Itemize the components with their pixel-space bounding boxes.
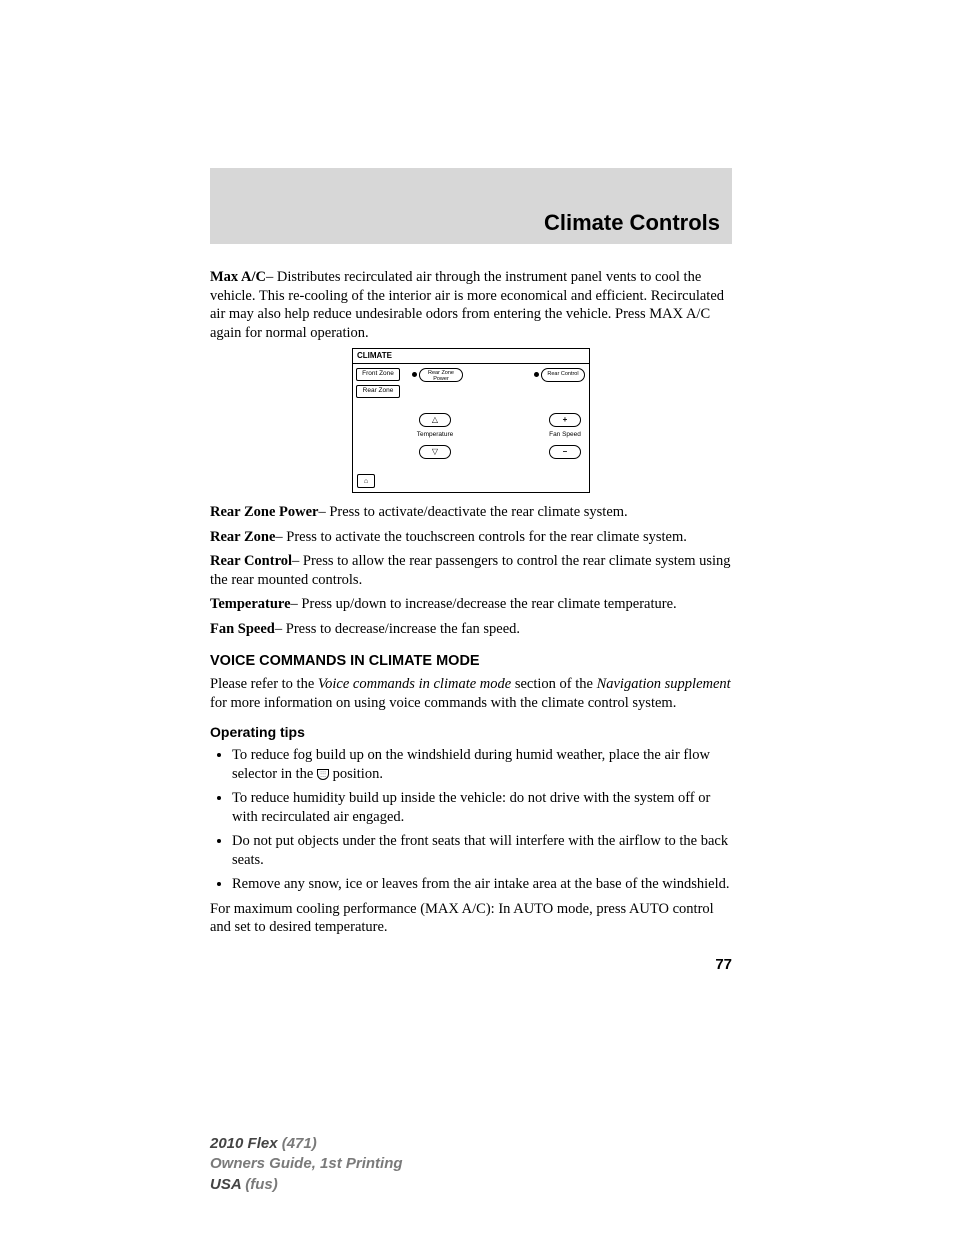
footer-l3b: (fus) <box>245 1176 278 1193</box>
btn-temp-down-icon <box>419 445 451 459</box>
label-fan-speed: Fan Speed <box>542 431 588 439</box>
tip3: Do not put objects under the front seats… <box>232 833 728 868</box>
tips-list: To reduce fog build up on the windshield… <box>210 746 732 894</box>
text-rz: – Press to activate the touchscreen cont… <box>275 529 687 545</box>
btn-temp-up-icon <box>419 413 451 427</box>
text-temp: – Press up/down to increase/decrease the… <box>291 596 677 612</box>
tab-rear-zone: Rear Zone <box>356 385 400 397</box>
tab-front-zone: Front Zone <box>356 368 400 380</box>
list-item: Do not put objects under the front seats… <box>232 832 732 869</box>
label-rz: Rear Zone <box>210 529 275 545</box>
voice-pre: Please refer to the <box>210 676 318 692</box>
diagram-title: CLIMATE <box>357 351 392 361</box>
bullet-left-icon <box>412 372 417 377</box>
text-fan: – Press to decrease/increase the fan spe… <box>275 621 520 637</box>
heading-tips: Operating tips <box>210 724 732 742</box>
diagram-frame: CLIMATE Front Zone Rear Zone Rear Zone P… <box>352 348 590 493</box>
climate-diagram: CLIMATE Front Zone Rear Zone Rear Zone P… <box>352 348 590 493</box>
content-column: Climate Controls Max A/C– Distributes re… <box>210 168 732 974</box>
btn-fan-minus: – <box>549 445 581 459</box>
para-temp: Temperature– Press up/down to increase/d… <box>210 595 732 614</box>
page: Climate Controls Max A/C– Distributes re… <box>0 0 954 1235</box>
page-title: Climate Controls <box>210 168 732 244</box>
body-text: Max A/C– Distributes recirculated air th… <box>210 244 732 974</box>
tip1-pre: To reduce fog build up on the windshield… <box>232 747 710 782</box>
voice-mid: section of the <box>511 676 596 692</box>
bullet-right-icon <box>534 372 539 377</box>
voice-post: for more information on using voice comm… <box>210 695 676 711</box>
list-item: To reduce humidity build up inside the v… <box>232 789 732 826</box>
footer: 2010 Flex (471) Owners Guide, 1st Printi… <box>210 1134 403 1195</box>
btn-rear-control: Rear Control <box>541 368 585 382</box>
text-rzp: – Press to activate/deactivate the rear … <box>318 504 627 520</box>
label-temperature: Temperature <box>410 431 460 439</box>
label-rzp: Rear Zone Power <box>210 504 318 520</box>
para-voice: Please refer to the Voice commands in cl… <box>210 675 732 712</box>
voice-ital2: Navigation supplement <box>597 676 731 692</box>
footer-l1a: 2010 Flex <box>210 1135 282 1152</box>
text-maxac: – Distributes recirculated air through t… <box>210 269 724 341</box>
list-item: Remove any snow, ice or leaves from the … <box>232 875 732 894</box>
tips-closing: For maximum cooling performance (MAX A/C… <box>210 900 732 937</box>
home-icon: ⌂ <box>357 474 375 488</box>
list-item: To reduce fog build up on the windshield… <box>232 746 732 783</box>
footer-line1: 2010 Flex (471) <box>210 1134 403 1154</box>
para-rc: Rear Control– Press to allow the rear pa… <box>210 552 732 589</box>
label-maxac: Max A/C <box>210 269 266 285</box>
footer-l1b: (471) <box>282 1135 317 1152</box>
btn-fan-plus: + <box>549 413 581 427</box>
label-temp: Temperature <box>210 596 291 612</box>
label-rc: Rear Control <box>210 553 292 569</box>
footer-line2: Owners Guide, 1st Printing <box>210 1154 403 1174</box>
para-rz: Rear Zone– Press to activate the touchsc… <box>210 528 732 547</box>
footer-l3a: USA <box>210 1176 245 1193</box>
footer-line3: USA (fus) <box>210 1175 403 1195</box>
para-maxac: Max A/C– Distributes recirculated air th… <box>210 268 732 342</box>
btn-rear-zone-power: Rear Zone Power <box>419 368 463 382</box>
heading-voice: VOICE COMMANDS IN CLIMATE MODE <box>210 652 732 671</box>
voice-ital1: Voice commands in climate mode <box>318 676 511 692</box>
tip2: To reduce humidity build up inside the v… <box>232 790 710 825</box>
para-rzp: Rear Zone Power– Press to activate/deact… <box>210 503 732 522</box>
label-fan: Fan Speed <box>210 621 275 637</box>
para-fan: Fan Speed– Press to decrease/increase th… <box>210 620 732 639</box>
tip4: Remove any snow, ice or leaves from the … <box>232 876 730 892</box>
diagram-divider <box>353 363 589 364</box>
page-number: 77 <box>210 955 732 974</box>
defrost-icon: ⫶⫶⫶ <box>317 769 329 780</box>
tip1-post: position. <box>329 766 383 782</box>
